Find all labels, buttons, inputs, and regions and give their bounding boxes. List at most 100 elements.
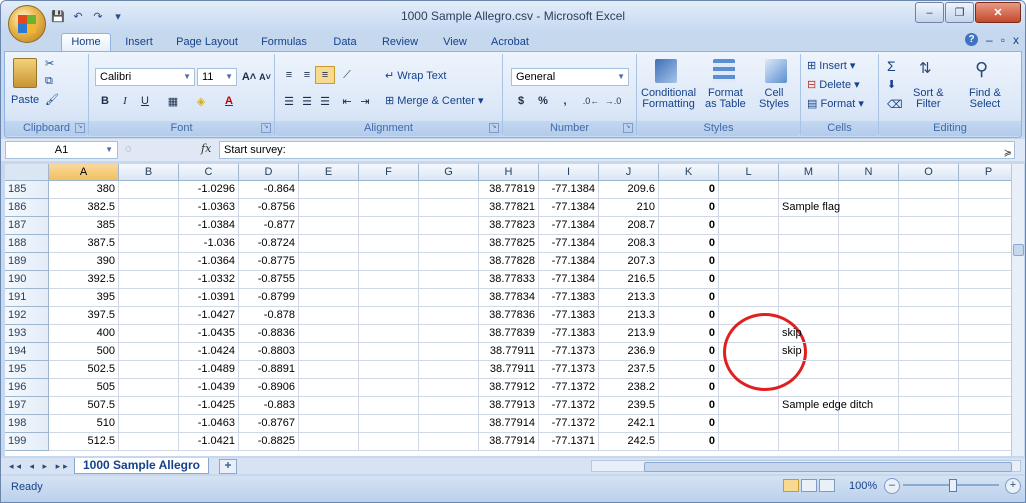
cell-p196[interactable] — [959, 379, 1011, 397]
row-header[interactable]: 185 — [5, 181, 49, 199]
page-layout-view-icon[interactable] — [801, 479, 817, 492]
cell-d186[interactable]: -0.8756 — [239, 199, 299, 217]
cell-o199[interactable] — [899, 433, 959, 451]
cell-i189[interactable]: -77.1384 — [539, 253, 599, 271]
clipboard-launcher-icon[interactable]: ↘ — [75, 123, 85, 133]
cell-n199[interactable] — [839, 433, 899, 451]
bottom-align-icon[interactable]: ≡ — [315, 66, 335, 84]
cell-m185[interactable] — [779, 181, 839, 199]
increase-decimal-icon[interactable]: .0← — [581, 92, 601, 110]
font-size-select[interactable]: 11 ▼ — [197, 68, 237, 86]
cell-m198[interactable] — [779, 415, 839, 433]
cell-e197[interactable] — [299, 397, 359, 415]
row-header[interactable]: 195 — [5, 361, 49, 379]
cell-m186[interactable]: Sample flag — [779, 199, 840, 217]
cell-e196[interactable] — [299, 379, 359, 397]
cell-n188[interactable] — [839, 235, 899, 253]
cell-e192[interactable] — [299, 307, 359, 325]
font-color-icon[interactable]: A — [219, 92, 239, 110]
fill-color-icon[interactable]: ◈ — [191, 92, 211, 110]
cell-c190[interactable]: -1.0332 — [179, 271, 239, 289]
cell-d188[interactable]: -0.8724 — [239, 235, 299, 253]
cell-m188[interactable] — [779, 235, 839, 253]
cell-a196[interactable]: 505 — [49, 379, 119, 397]
cell-k187[interactable]: 0 — [659, 217, 719, 235]
cell-d191[interactable]: -0.8799 — [239, 289, 299, 307]
cell-c195[interactable]: -1.0489 — [179, 361, 239, 379]
cell-a192[interactable]: 397.5 — [49, 307, 119, 325]
cell-g195[interactable] — [419, 361, 479, 379]
cell-l188[interactable] — [719, 235, 779, 253]
row-header[interactable]: 186 — [5, 199, 49, 217]
cell-e193[interactable] — [299, 325, 359, 343]
column-header-n[interactable]: N — [839, 164, 899, 181]
tab-insert[interactable]: Insert — [117, 34, 161, 51]
cell-i187[interactable]: -77.1384 — [539, 217, 599, 235]
row-header[interactable]: 190 — [5, 271, 49, 289]
cell-j195[interactable]: 237.5 — [599, 361, 659, 379]
office-button[interactable] — [8, 5, 46, 43]
cell-b192[interactable] — [119, 307, 179, 325]
row-header[interactable]: 189 — [5, 253, 49, 271]
cell-e189[interactable] — [299, 253, 359, 271]
cell-h195[interactable]: 38.77911 — [479, 361, 539, 379]
sheet-tab[interactable]: 1000 Sample Allegro — [74, 458, 209, 474]
cell-g185[interactable] — [419, 181, 479, 199]
cell-a185[interactable]: 380 — [49, 181, 119, 199]
row-header[interactable]: 192 — [5, 307, 49, 325]
zoom-slider-thumb[interactable] — [949, 479, 957, 492]
cell-k193[interactable]: 0 — [659, 325, 719, 343]
cell-e195[interactable] — [299, 361, 359, 379]
cell-g191[interactable] — [419, 289, 479, 307]
cell-g192[interactable] — [419, 307, 479, 325]
cell-m189[interactable] — [779, 253, 839, 271]
cell-f185[interactable] — [359, 181, 419, 199]
conditional-formatting-button[interactable]: Conditional Formatting — [641, 88, 696, 110]
cell-b188[interactable] — [119, 235, 179, 253]
cell-f196[interactable] — [359, 379, 419, 397]
cell-p198[interactable] — [959, 415, 1011, 433]
cell-j196[interactable]: 238.2 — [599, 379, 659, 397]
cell-h190[interactable]: 38.77833 — [479, 271, 539, 289]
cell-k185[interactable]: 0 — [659, 181, 719, 199]
cell-i194[interactable]: -77.1373 — [539, 343, 599, 361]
tab-formulas[interactable]: Formulas — [256, 34, 312, 51]
zoom-out-icon[interactable]: – — [884, 478, 900, 494]
cell-m197[interactable]: Sample edge ditch — [779, 397, 873, 415]
cell-o193[interactable] — [899, 325, 959, 343]
cell-h197[interactable]: 38.77913 — [479, 397, 539, 415]
cell-c185[interactable]: -1.0296 — [179, 181, 239, 199]
cut-icon[interactable]: ✂ — [45, 57, 54, 70]
cell-d190[interactable]: -0.8755 — [239, 271, 299, 289]
align-right-icon[interactable]: ☰ — [315, 92, 335, 110]
cell-o194[interactable] — [899, 343, 959, 361]
cell-b196[interactable] — [119, 379, 179, 397]
tab-view[interactable]: View — [437, 34, 473, 51]
cell-m194[interactable]: skip — [779, 343, 839, 361]
minimize-button[interactable]: – — [915, 2, 944, 23]
cell-c192[interactable]: -1.0427 — [179, 307, 239, 325]
cell-n194[interactable] — [839, 343, 899, 361]
cell-o187[interactable] — [899, 217, 959, 235]
cell-e187[interactable] — [299, 217, 359, 235]
cell-k192[interactable]: 0 — [659, 307, 719, 325]
cell-b187[interactable] — [119, 217, 179, 235]
column-header-b[interactable]: B — [119, 164, 179, 181]
cell-b191[interactable] — [119, 289, 179, 307]
expand-formula-bar-icon[interactable]: ≽ — [1004, 146, 1012, 162]
vertical-scroll-thumb[interactable] — [1013, 244, 1024, 256]
cell-j199[interactable]: 242.5 — [599, 433, 659, 451]
middle-align-icon[interactable]: ≡ — [297, 66, 317, 84]
column-header-p[interactable]: P — [959, 164, 1011, 181]
cell-h198[interactable]: 38.77914 — [479, 415, 539, 433]
currency-button[interactable]: $ — [511, 92, 531, 110]
orientation-icon[interactable]: ⟋ — [337, 66, 357, 84]
cell-o188[interactable] — [899, 235, 959, 253]
tab-review[interactable]: Review — [377, 34, 423, 51]
column-header-c[interactable]: C — [179, 164, 239, 181]
cell-j186[interactable]: 210 — [599, 199, 659, 217]
cell-e199[interactable] — [299, 433, 359, 451]
column-header-i[interactable]: I — [539, 164, 599, 181]
find-select-button[interactable]: Find & Select — [969, 88, 1001, 110]
cell-k198[interactable]: 0 — [659, 415, 719, 433]
